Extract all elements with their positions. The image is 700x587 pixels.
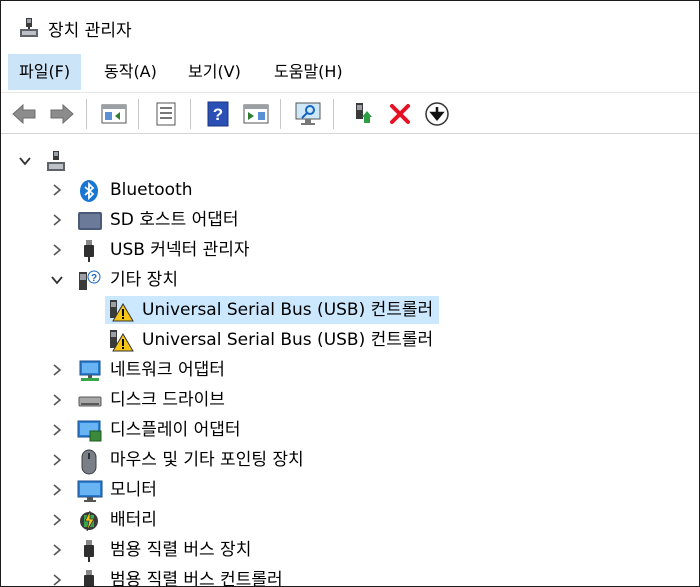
toolbar: ? [1,92,699,134]
tree-item-label: Universal Serial Bus (USB) 컨트롤러 [142,330,434,350]
display-adapter-icon [77,419,102,443]
chevron-right-icon[interactable] [50,393,64,407]
tree-item-label: SD 호스트 어댑터 [110,210,239,230]
warning-device-icon [108,299,134,323]
tree-item-disk-drives[interactable]: 디스크 드라이브 [1,385,699,415]
back-icon[interactable] [9,99,39,129]
computer-icon [44,150,68,174]
chevron-right-icon[interactable] [50,453,64,467]
tree-item-usb-controller-selected[interactable]: Universal Serial Bus (USB) 컨트롤러 [1,295,699,325]
chevron-right-icon[interactable] [50,423,64,437]
tree-item-batteries[interactable]: 배터리 [1,505,699,535]
menu-bar: 파일(F) 동작(A) 보기(V) 도움말(H) [1,54,699,90]
usb-controller-icon [77,569,101,586]
tree-item-usb-connector[interactable]: USB 커넥터 관리자 [1,235,699,265]
toolbar-separator [333,99,334,129]
usb-connector-icon [77,239,101,263]
tree-item-label: Universal Serial Bus (USB) 컨트롤러 [142,300,434,320]
update-driver-icon[interactable] [347,99,377,129]
tree-item-label: 마우스 및 기타 포인팅 장치 [110,450,304,470]
svg-text:?: ? [213,105,223,124]
toolbar-separator [138,99,139,129]
tree-item-label: 기타 장치 [110,270,178,290]
window-title: 장치 관리자 [48,21,132,41]
tree-item-usb-controllers[interactable]: 범용 직렬 버스 컨트롤러 [1,565,699,587]
download-icon[interactable] [422,99,452,129]
properties-icon[interactable] [151,99,181,129]
help-icon[interactable]: ? [203,99,233,129]
device-manager-window: 장치 관리자 파일(F) 동작(A) 보기(V) 도움말(H) ? Blueto… [0,0,700,587]
tree-item-monitors[interactable]: 모니터 [1,475,699,505]
tree-item-label: 모니터 [110,480,157,500]
tree-item-bluetooth[interactable]: Bluetooth [1,175,699,205]
title-bar: 장치 관리자 [1,1,699,51]
toolbar-separator [280,99,281,129]
chevron-right-icon[interactable] [50,243,64,257]
chevron-right-icon[interactable] [50,543,64,557]
tree-item-sd-host[interactable]: SD 호스트 어댑터 [1,205,699,235]
usb-device-icon [77,539,101,563]
monitor-icon [77,479,103,503]
show-hide-pane-icon[interactable] [241,99,271,129]
bluetooth-icon [77,179,101,203]
device-tree: Bluetooth SD 호스트 어댑터 USB 커넥터 관리자 ? 기타 장치 [1,135,699,587]
tree-root[interactable] [1,146,699,176]
tree-item-label: 디스플레이 어댑터 [110,420,241,440]
tree-item-label: USB 커넥터 관리자 [110,240,250,260]
forward-icon[interactable] [47,99,77,129]
tree-item-label: Bluetooth [110,180,193,200]
toolbar-separator [86,99,87,129]
tree-item-display-adapters[interactable]: 디스플레이 어댑터 [1,415,699,445]
chevron-down-icon[interactable] [18,154,32,168]
chevron-right-icon[interactable] [50,513,64,527]
chevron-right-icon[interactable] [50,483,64,497]
toolbar-separator [190,99,191,129]
chevron-down-icon[interactable] [50,273,64,287]
tree-item-label: 네트워크 어댑터 [110,360,225,380]
svg-text:?: ? [91,273,97,284]
tree-item-network-adapters[interactable]: 네트워크 어댑터 [1,355,699,385]
menu-view[interactable]: 보기(V) [177,54,252,90]
tree-item-label: 디스크 드라이브 [110,390,225,410]
menu-action[interactable]: 동작(A) [93,54,168,90]
chevron-right-icon[interactable] [50,363,64,377]
tree-item-label: 배터리 [110,510,157,530]
warning-device-icon [108,329,134,353]
tree-item-label: 범용 직렬 버스 컨트롤러 [110,570,283,587]
network-adapter-icon [77,359,101,383]
scan-hardware-icon[interactable] [293,99,323,129]
menu-file[interactable]: 파일(F) [8,54,82,90]
mouse-icon [77,449,101,475]
tree-item-label: 범용 직렬 버스 장치 [110,540,252,560]
uninstall-icon[interactable] [385,99,415,129]
battery-icon [77,509,101,533]
menu-help[interactable]: 도움말(H) [263,54,354,90]
tree-item-usb-controller[interactable]: Universal Serial Bus (USB) 컨트롤러 [1,325,699,355]
sd-card-icon [77,209,102,233]
chevron-right-icon[interactable] [50,183,64,197]
properties-pane-icon[interactable] [99,99,129,129]
unknown-device-icon: ? [77,269,101,293]
chevron-right-icon[interactable] [50,573,64,587]
chevron-right-icon[interactable] [50,213,64,227]
tree-item-mice[interactable]: 마우스 및 기타 포인팅 장치 [1,445,699,475]
tree-item-usb-devices[interactable]: 범용 직렬 버스 장치 [1,535,699,565]
tree-item-other-devices[interactable]: ? 기타 장치 [1,265,699,295]
disk-drive-icon [77,389,102,413]
device-manager-icon [18,17,40,39]
